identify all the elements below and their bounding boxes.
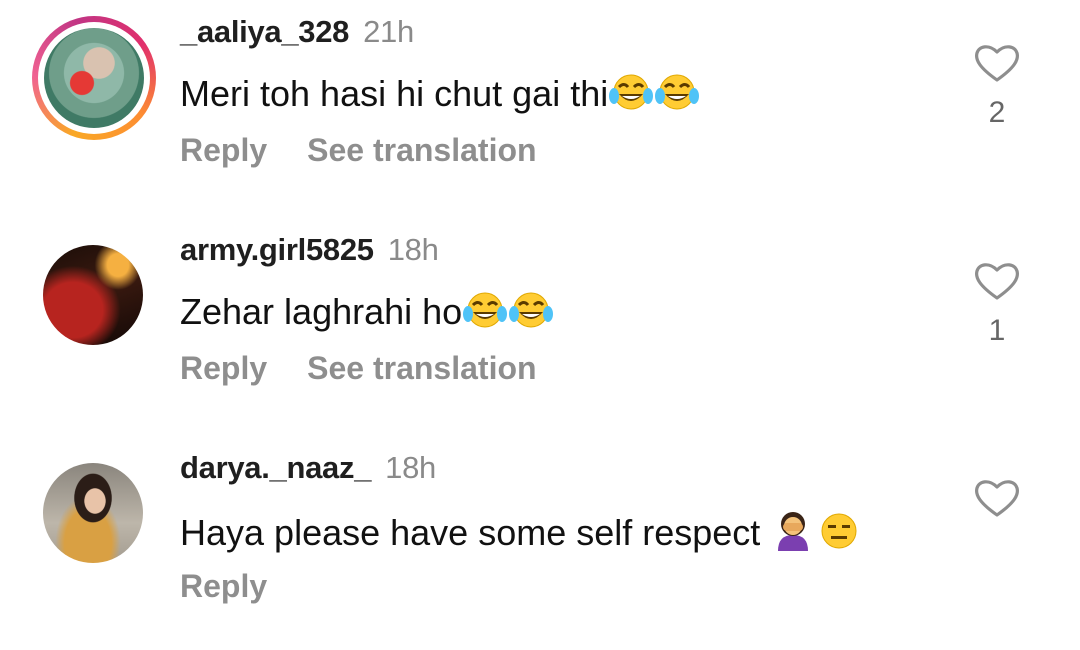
heart-icon[interactable] (972, 477, 1022, 519)
tears-of-joy-emoji-icon (509, 292, 554, 328)
like-count: 2 (988, 96, 1006, 129)
reply-button[interactable]: Reply (180, 568, 267, 604)
like-count: 1 (988, 314, 1006, 347)
comment-actions: Reply See translation (180, 350, 577, 387)
comment-username[interactable]: darya._naaz_ 18h (180, 450, 436, 486)
comment-timestamp: 18h (387, 232, 439, 267)
comment-username[interactable]: army.girl5825 18h (180, 232, 439, 268)
see-translation-button[interactable]: See translation (307, 350, 536, 386)
avatar[interactable] (43, 245, 143, 345)
like-button[interactable]: 1 (972, 260, 1022, 347)
heart-icon[interactable] (972, 260, 1022, 302)
see-translation-button[interactable]: See translation (307, 132, 536, 168)
expressionless-face-emoji-icon (821, 513, 857, 549)
comment-text: Meri toh hasi hi chut gai thi (180, 72, 700, 115)
comment-username[interactable]: _aaliya_328 21h (180, 14, 414, 50)
comment-timestamp: 21h (363, 14, 414, 49)
like-button[interactable] (972, 477, 1022, 519)
comment-actions: Reply (180, 568, 307, 605)
like-button[interactable]: 2 (972, 42, 1022, 129)
comment-timestamp: 18h (385, 450, 436, 485)
comment-actions: Reply See translation (180, 132, 577, 169)
comment-text: Zehar laghrahi ho (180, 290, 554, 333)
tears-of-joy-emoji-icon (609, 74, 654, 110)
tears-of-joy-emoji-icon (463, 292, 508, 328)
story-ring-avatar[interactable] (32, 16, 156, 140)
reply-button[interactable]: Reply (180, 350, 267, 386)
tears-of-joy-emoji-icon (655, 74, 700, 110)
woman-facepalming-emoji-icon (778, 512, 809, 551)
avatar (44, 28, 144, 128)
heart-icon[interactable] (972, 42, 1022, 84)
reply-button[interactable]: Reply (180, 132, 267, 168)
comment-text: Haya please have some self respect (180, 507, 862, 554)
avatar[interactable] (43, 463, 143, 563)
